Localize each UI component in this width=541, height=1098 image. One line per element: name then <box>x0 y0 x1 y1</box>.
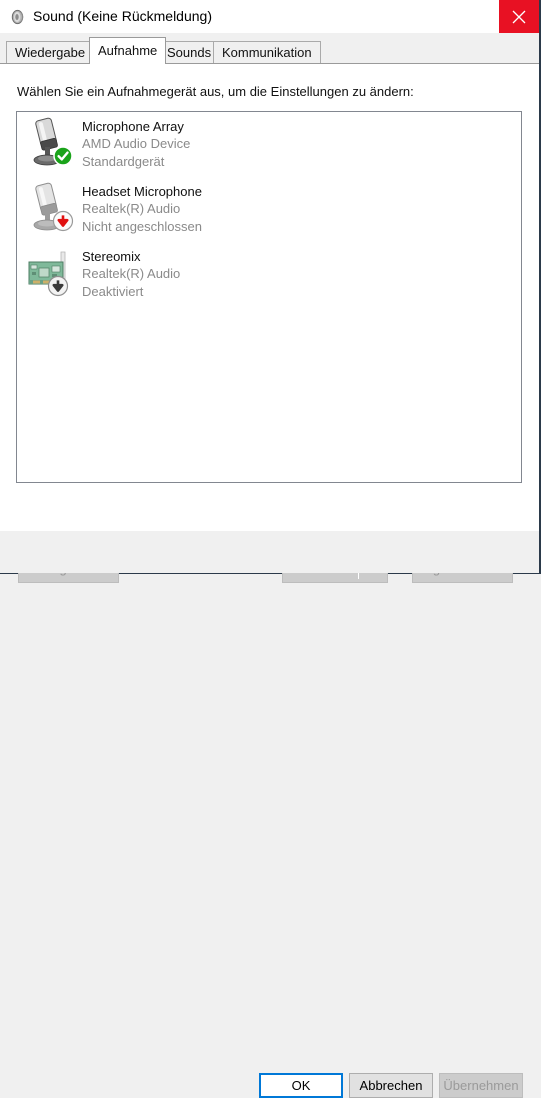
tab-kommunikation[interactable]: Kommunikation <box>213 41 321 64</box>
recording-device-list[interactable]: Microphone Array AMD Audio Device Standa… <box>16 111 522 483</box>
device-status: Nicht angeschlossen <box>82 219 202 234</box>
list-item[interactable]: Stereomix Realtek(R) Audio Deaktiviert <box>17 242 521 307</box>
apply-button[interactable]: Übernehmen <box>439 1073 523 1098</box>
device-info: Microphone Array AMD Audio Device Standa… <box>82 118 190 171</box>
panel-instruction: Wählen Sie ein Aufnahmegerät aus, um die… <box>17 84 414 99</box>
speaker-icon <box>9 8 27 26</box>
tab-sounds[interactable]: Sounds <box>158 41 221 64</box>
device-driver: Realtek(R) Audio <box>82 201 181 216</box>
device-name: Headset Microphone <box>82 184 202 199</box>
window-title: Sound (Keine Rückmeldung) <box>33 8 212 24</box>
aufnahme-tab-panel: Wählen Sie ein Aufnahmegerät aus, um die… <box>0 63 539 583</box>
device-status: Deaktiviert <box>82 284 144 299</box>
dialog-footer: OK Abbrechen Übernehmen <box>0 531 539 1098</box>
sound-card-icon <box>25 246 75 298</box>
list-item[interactable]: Headset Microphone Realtek(R) Audio Nich… <box>17 177 521 242</box>
green-check-badge <box>53 146 73 166</box>
tab-strip: Wiedergabe Aufnahme Sounds Kommunikation <box>0 33 539 64</box>
device-status: Standardgerät <box>82 154 165 169</box>
device-info: Headset Microphone Realtek(R) Audio Nich… <box>82 183 202 236</box>
device-name: Stereomix <box>82 249 141 264</box>
tab-aufnahme[interactable]: Aufnahme <box>89 37 167 64</box>
ok-button[interactable]: OK <box>259 1073 343 1098</box>
device-driver: Realtek(R) Audio <box>82 266 181 281</box>
tab-wiedergabe[interactable]: Wiedergabe <box>6 41 95 64</box>
sound-dialog-window: Sound (Keine Rückmeldung) Wiedergabe Auf… <box>0 0 541 1098</box>
device-info: Stereomix Realtek(R) Audio Deaktiviert <box>82 248 180 301</box>
microphone-icon <box>25 181 75 233</box>
close-icon <box>512 10 526 24</box>
list-item[interactable]: Microphone Array AMD Audio Device Standa… <box>17 112 521 177</box>
cancel-button[interactable]: Abbrechen <box>349 1073 433 1098</box>
device-driver: AMD Audio Device <box>82 136 191 151</box>
microphone-icon <box>25 116 75 168</box>
device-name: Microphone Array <box>82 119 184 134</box>
close-button[interactable] <box>499 0 539 33</box>
title-bar[interactable]: Sound (Keine Rückmeldung) <box>0 0 539 33</box>
